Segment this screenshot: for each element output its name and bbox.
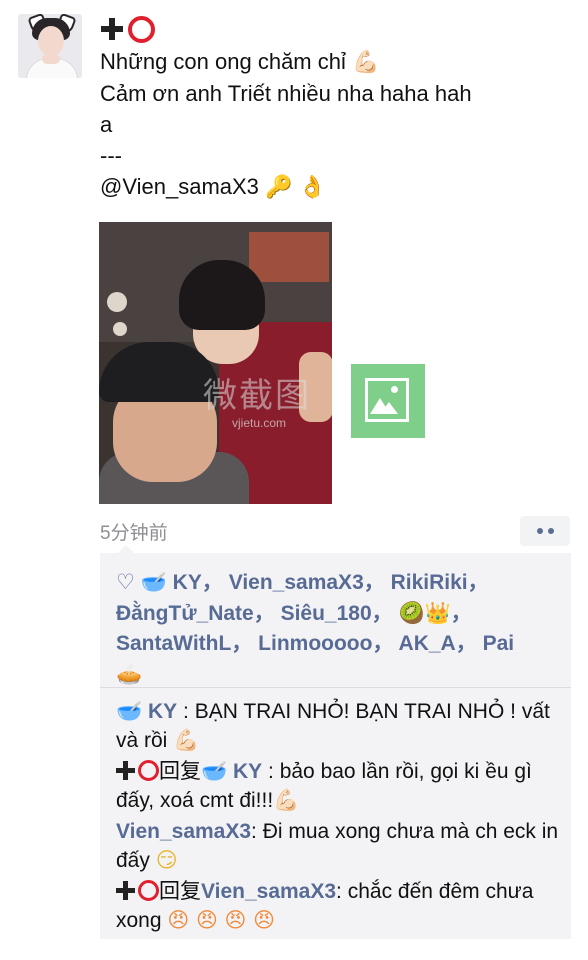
- separator: ，: [372, 632, 394, 655]
- red-circle-icon: [128, 15, 155, 43]
- photo-sign: [249, 232, 329, 282]
- more-options-button[interactable]: [520, 516, 570, 546]
- reply-word: 回复: [159, 760, 201, 783]
- like-user[interactable]: Pai: [483, 632, 515, 655]
- plus-icon: [116, 881, 135, 900]
- photo-light: [113, 322, 127, 336]
- ok-hand-icon: 👌: [298, 175, 326, 200]
- comment-item[interactable]: 🥣 KY : BẠN TRAI NHỎ! BẠN TRAI NHỎ ! vất …: [116, 697, 566, 755]
- post-line-5: @Vien_samaX3 🔑 👌: [100, 171, 570, 203]
- comment-item[interactable]: 回复🥣 KY : bảo bao lần rồi, gọi ki ều gì đ…: [116, 757, 566, 815]
- divider: [100, 687, 571, 688]
- like-user[interactable]: SantaWithL: [116, 632, 231, 655]
- red-circle-icon: [138, 760, 159, 781]
- kiwi-crown-icon[interactable]: 🥝👑: [399, 601, 451, 625]
- comment-separator: :: [262, 760, 280, 783]
- separator: ，: [467, 571, 489, 594]
- pie-icon[interactable]: 🥧: [116, 662, 142, 686]
- post-text: Những con ong chăm chỉ: [100, 49, 346, 74]
- comment-separator: :: [336, 880, 348, 903]
- likes-list: ♡ 🥣 KY， Vien_samaX3， RikiRiki， ĐằngTử_Na…: [116, 567, 560, 690]
- like-user[interactable]: RikiRiki: [391, 571, 468, 594]
- plus-icon: [100, 17, 124, 41]
- post-line-3: a: [100, 112, 113, 137]
- comment-reply-target[interactable]: KY: [233, 760, 262, 783]
- watermark-text: 微截图: [203, 376, 311, 416]
- flexed-arm-icon: 💪🏻: [352, 50, 380, 75]
- separator: ，: [363, 571, 385, 594]
- bowl-icon: 🥣: [201, 759, 228, 783]
- comment-author[interactable]: Vien_samaX3: [116, 820, 251, 843]
- comment-item[interactable]: Vien_samaX3: Đi mua xong chưa mà ch eck …: [116, 817, 566, 875]
- interaction-panel: ♡ 🥣 KY， Vien_samaX3， RikiRiki， ĐằngTử_Na…: [100, 545, 571, 939]
- bowl-icon: 🥣: [140, 570, 167, 594]
- heart-icon: ♡: [116, 570, 135, 594]
- comment-separator: :: [177, 700, 195, 723]
- author-name[interactable]: [100, 12, 570, 46]
- like-user[interactable]: Vien_samaX3: [229, 571, 364, 594]
- key-icon: 🔑: [265, 175, 293, 200]
- like-user[interactable]: ĐằngTử_Nate: [116, 602, 254, 625]
- separator: ，: [450, 602, 472, 625]
- comments-list: 🥣 KY : BẠN TRAI NHỎ! BẠN TRAI NHỎ ! vất …: [116, 697, 566, 937]
- post-line-1: Những con ong chăm chỉ 💪🏻: [100, 46, 570, 78]
- post-time: 5分钟前: [100, 523, 168, 544]
- mention-link[interactable]: @Vien_samaX3: [100, 174, 259, 199]
- avatar-face: [38, 26, 64, 56]
- dot-icon: [547, 528, 554, 534]
- comment-item[interactable]: 回复Vien_samaX3: chắc đến đêm chưa xong 😠 …: [116, 877, 566, 935]
- photo-person-hair: [179, 260, 265, 330]
- bowl-icon: 🥣: [116, 699, 143, 723]
- comment-reply-target[interactable]: Vien_samaX3: [201, 880, 336, 903]
- watermark-sun: [391, 386, 398, 393]
- dot-icon: [536, 528, 543, 534]
- like-user[interactable]: Linmooooo: [258, 632, 372, 655]
- like-user[interactable]: Siêu_180: [281, 602, 372, 625]
- separator: ，: [371, 602, 393, 625]
- photo-light: [107, 292, 127, 312]
- separator: ，: [201, 571, 223, 594]
- avatar[interactable]: [18, 14, 82, 78]
- post-line-4: ---: [100, 143, 122, 168]
- watermark-image-icon: [351, 364, 425, 438]
- like-user[interactable]: KY: [173, 571, 202, 594]
- watermark-mountain: [380, 402, 398, 414]
- avatar-hand: [42, 54, 60, 64]
- flexed-arm-icon: 💪🏻: [273, 788, 300, 812]
- post-content: Những con ong chăm chỉ 💪🏻 Cảm ơn anh Tri…: [100, 12, 570, 203]
- post-photo[interactable]: [99, 222, 332, 504]
- watermark-url: vjietu.com: [232, 416, 287, 430]
- comment-author[interactable]: KY: [148, 700, 177, 723]
- comment-separator: :: [251, 820, 263, 843]
- separator: ，: [231, 632, 253, 655]
- smirk-face-icon: 😏: [155, 848, 178, 872]
- post-line-2: Cảm ơn anh Triết nhiều nha haha hah: [100, 81, 472, 106]
- separator: ，: [253, 602, 275, 625]
- reply-word: 回复: [159, 880, 201, 903]
- separator: ，: [455, 632, 477, 655]
- plus-icon: [116, 761, 135, 780]
- like-user[interactable]: AK_A: [399, 632, 456, 655]
- flexed-arm-icon: 💪🏻: [173, 728, 200, 752]
- red-circle-icon: [138, 880, 159, 901]
- angry-face-icon: 😠 😠 😠 😠: [167, 908, 275, 932]
